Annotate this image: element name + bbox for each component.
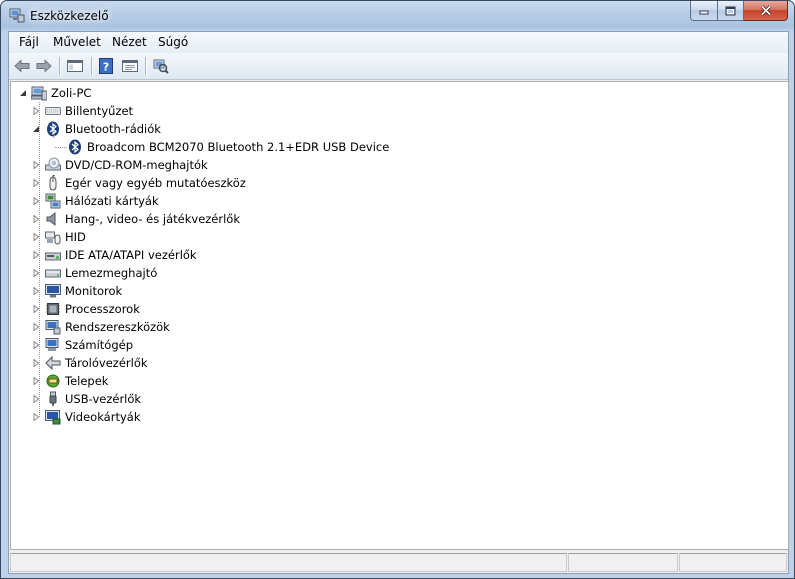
tree-node[interactable]: HID <box>11 228 411 246</box>
disk-drive-icon <box>45 269 61 278</box>
back-button[interactable] <box>13 57 31 75</box>
properties-icon <box>122 60 138 72</box>
status-bar <box>9 551 788 573</box>
tree-node[interactable]: Számítógép <box>11 336 411 354</box>
tree-node[interactable]: USB-vezérlők <box>11 390 411 408</box>
display-adapter-icon <box>45 410 61 425</box>
hid-icon <box>45 231 61 245</box>
svg-text:?: ? <box>103 61 109 74</box>
tree-node[interactable]: DVD/CD-ROM-meghajtók <box>11 156 411 174</box>
bluetooth-icon <box>47 121 59 137</box>
forward-icon <box>36 59 52 73</box>
system-devices-icon <box>45 320 61 335</box>
tree-node[interactable]: Videokártyák <box>11 408 411 426</box>
scan-hardware-icon <box>153 59 169 74</box>
battery-icon <box>46 374 60 388</box>
tree-node-label: Bluetooth-rádiók <box>65 122 161 136</box>
device-manager-window: Eszközkezelő Fájl Művelet Nézet Súgó ? Z… <box>0 0 795 579</box>
tree-node[interactable]: Lemezmeghajtó <box>11 264 411 282</box>
help-icon: ? <box>99 58 113 74</box>
tree-node-label: IDE ATA/ATAPI vezérlők <box>65 248 197 262</box>
menu-view[interactable]: Nézet <box>112 35 147 49</box>
maximize-icon <box>725 6 736 15</box>
storage-controller-icon <box>45 355 61 371</box>
tree-node-label: Monitorok <box>65 284 123 298</box>
client-area: Fájl Művelet Nézet Súgó ? Zoli-PC Billen… <box>8 31 789 574</box>
tree-node[interactable]: Egér vagy egyéb mutatóeszköz <box>11 174 411 192</box>
network-adapter-icon <box>45 193 61 209</box>
tree-node-label: Hálózati kártyák <box>65 194 159 208</box>
tree-node-label: Hang-, video- és játékvezérlők <box>65 212 240 226</box>
usb-controller-icon <box>49 391 57 406</box>
tree-node-label: HID <box>65 230 86 244</box>
window-title: Eszközkezelő <box>30 9 109 23</box>
tree-node-label: DVD/CD-ROM-meghajtók <box>65 158 208 172</box>
tree-node[interactable]: IDE ATA/ATAPI vezérlők <box>11 246 411 264</box>
minimize-icon <box>699 10 708 15</box>
tree-child-label: Broadcom BCM2070 Bluetooth 2.1+EDR USB D… <box>87 140 390 154</box>
menu-help[interactable]: Súgó <box>158 35 188 49</box>
close-icon <box>760 5 771 16</box>
computer-category-icon <box>45 338 59 351</box>
close-button[interactable] <box>744 1 788 21</box>
show-hide-console-tree-icon <box>67 60 83 72</box>
tree-root-label: Zoli-PC <box>51 86 92 100</box>
menu-action[interactable]: Művelet <box>53 35 101 49</box>
mouse-icon <box>49 175 57 191</box>
monitor-icon <box>45 284 61 298</box>
bluetooth-device-icon <box>69 139 81 155</box>
maximize-button[interactable] <box>718 1 744 21</box>
tree-root[interactable]: Zoli-PC <box>11 84 411 102</box>
show-hide-tree-button[interactable] <box>66 57 84 75</box>
tree-node-label: Rendszereszközök <box>65 320 170 334</box>
tree-node[interactable]: Tárolóvezérlők <box>11 354 411 372</box>
keyboard-icon <box>45 107 61 115</box>
tree-node-label: Tárolóvezérlők <box>65 356 148 370</box>
tree-node-label: Videokártyák <box>65 410 141 424</box>
status-pane-3 <box>679 553 787 572</box>
tree-node[interactable]: Telepek <box>11 372 411 390</box>
tree-node[interactable]: Monitorok <box>11 282 411 300</box>
forward-button[interactable] <box>35 57 53 75</box>
tree-node[interactable]: Bluetooth-rádiók <box>11 120 411 138</box>
device-tree[interactable]: Zoli-PC Billentyűzet Bluetooth-rádiók Broa… <box>10 81 789 550</box>
tree-node-label: Telepek <box>65 374 109 388</box>
status-pane-main <box>10 553 567 572</box>
toolbar: ? <box>9 53 788 80</box>
tree-node-label: Lemezmeghajtó <box>65 266 158 280</box>
tree-child-node[interactable]: Broadcom BCM2070 Bluetooth 2.1+EDR USB D… <box>11 138 511 156</box>
help-button[interactable]: ? <box>97 57 115 75</box>
tree-node-label: Processzorok <box>65 302 140 316</box>
properties-button[interactable] <box>121 57 139 75</box>
tree-node[interactable]: Processzorok <box>11 300 411 318</box>
menu-file[interactable]: Fájl <box>19 35 39 49</box>
back-icon <box>14 59 30 73</box>
tree-node[interactable]: Hang-, video- és játékvezérlők <box>11 210 411 228</box>
title-bar[interactable]: Eszközkezelő <box>1 1 794 31</box>
tree-node-label: Billentyűzet <box>65 104 134 118</box>
tree-node[interactable]: Rendszereszközök <box>11 318 411 336</box>
tree-node-label: Számítógép <box>65 338 134 352</box>
ide-controller-icon <box>45 252 61 261</box>
processor-icon <box>46 303 60 315</box>
device-manager-icon <box>9 8 25 23</box>
scan-hardware-button[interactable] <box>152 57 170 75</box>
tree-node-label: USB-vezérlők <box>65 392 142 406</box>
dvd-drive-icon <box>45 157 61 171</box>
minimize-button[interactable] <box>690 1 718 21</box>
sound-icon <box>46 211 56 227</box>
tree-node[interactable]: Hálózati kártyák <box>11 192 411 210</box>
status-pane-2 <box>568 553 678 572</box>
tree-node-label: Egér vagy egyéb mutatóeszköz <box>65 176 246 190</box>
computer-icon <box>31 86 47 101</box>
tree-node[interactable]: Billentyűzet <box>11 102 411 120</box>
collapse-arrow-icon[interactable] <box>19 89 27 97</box>
menu-bar: Fájl Művelet Nézet Súgó <box>9 32 788 53</box>
